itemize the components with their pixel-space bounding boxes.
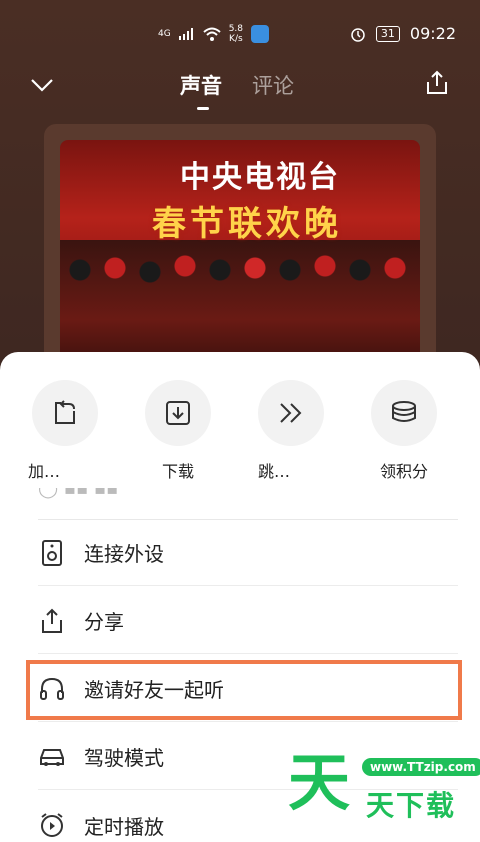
menu-label-connect-device: 连接外设 xyxy=(84,542,164,566)
menu-item-connect-device[interactable]: 连接外设 xyxy=(38,520,458,586)
menu-label-drive-mode: 驾驶模式 xyxy=(84,746,164,770)
chevron-down-icon[interactable] xyxy=(28,70,56,98)
share-icon xyxy=(38,607,66,635)
menu-label-share: 分享 xyxy=(84,610,124,634)
cover-title: 中央电视台 xyxy=(180,160,340,195)
skip-forward-icon xyxy=(258,380,324,446)
wifi-icon xyxy=(203,27,221,41)
partial-row-ghost: ◯ ▪▪ ▪▪ xyxy=(38,488,119,499)
quick-action-skip[interactable]: 跳… xyxy=(256,380,326,482)
top-nav: 声音 评论 xyxy=(0,64,480,110)
watermark: 天 www.TTzip.com 天下载 xyxy=(288,746,480,828)
quick-action-add-label: 加… xyxy=(28,462,61,481)
car-icon xyxy=(38,743,66,771)
menu-item-share[interactable]: 分享 xyxy=(38,588,458,654)
quick-action-points[interactable]: 领积分 xyxy=(369,380,439,482)
album-cover: 中央电视台 春节联欢晚 xyxy=(44,124,436,384)
net-speed: 5.8 K/s xyxy=(228,24,244,44)
share-icon[interactable] xyxy=(424,70,450,96)
quick-action-download-label: 下载 xyxy=(161,462,194,481)
alarm-icon xyxy=(351,27,365,42)
status-network: 4G 5.8 K/s xyxy=(158,24,270,44)
menu-item-partial: ◯ ▪▪ ▪▪ xyxy=(38,488,458,520)
cover-image: 中央电视台 春节联欢晚 xyxy=(60,140,420,384)
cover-subtitle: 春节联欢晚 xyxy=(152,204,342,244)
quick-action-points-label: 领积分 xyxy=(379,462,428,481)
telegram-icon xyxy=(251,25,270,43)
speaker-icon xyxy=(38,539,66,567)
status-right: 31 09:22 xyxy=(350,24,456,43)
watermark-url: www.TTzip.com xyxy=(362,758,480,776)
status-time: 09:22 xyxy=(409,24,456,43)
battery-indicator: 31 xyxy=(375,25,400,42)
status-bar: 4G 5.8 K/s 31 09:22 xyxy=(0,0,480,64)
menu-label-timer: 定时播放 xyxy=(84,814,164,839)
signal-icon xyxy=(178,28,193,40)
add-to-list-icon xyxy=(32,380,98,446)
watermark-text: 天下载 xyxy=(366,789,457,822)
signal-indicator: 4G xyxy=(158,29,171,39)
alarm-clock-icon xyxy=(38,811,66,839)
tab-bar: 声音 评论 xyxy=(180,70,294,110)
highlight-box xyxy=(26,660,462,720)
quick-action-add[interactable]: 加… xyxy=(28,380,100,482)
watermark-logo-char: 天 xyxy=(288,746,351,819)
coins-icon xyxy=(371,380,437,446)
tab-comments[interactable]: 评论 xyxy=(252,70,294,100)
quick-action-download[interactable]: 下载 xyxy=(143,380,213,482)
quick-action-skip-label: 跳… xyxy=(258,462,291,481)
quick-actions: 加… 下载 跳… 领积分 xyxy=(0,380,480,490)
download-icon xyxy=(145,380,211,446)
tab-sound[interactable]: 声音 xyxy=(180,70,222,110)
